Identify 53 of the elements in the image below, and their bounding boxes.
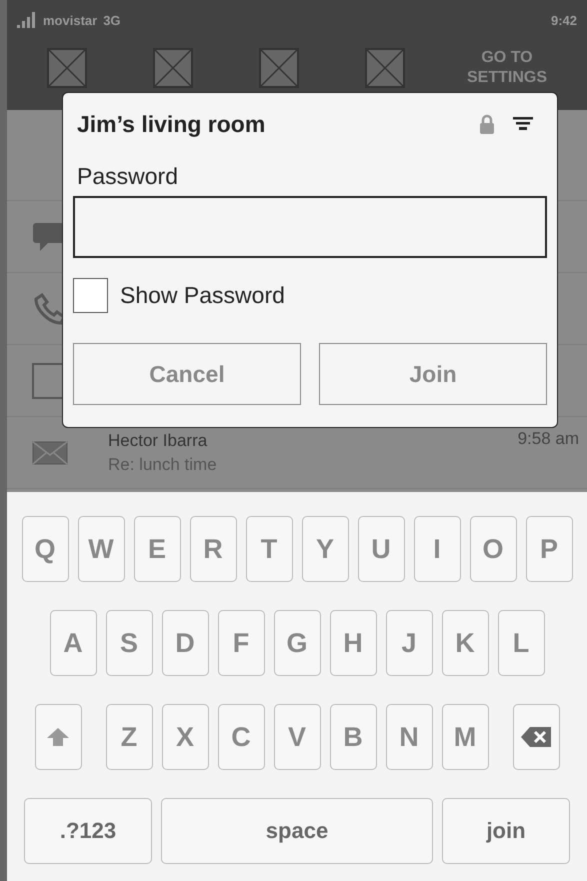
letter-key[interactable]: F (218, 610, 264, 676)
letter-key[interactable]: N (386, 704, 432, 770)
letter-key[interactable]: P (526, 516, 572, 582)
carrier-name: movistar (43, 12, 98, 28)
letter-key[interactable]: O (470, 516, 516, 582)
letter-key[interactable]: X (162, 704, 208, 770)
letter-key[interactable]: Y (302, 516, 348, 582)
letter-key[interactable]: J (386, 610, 432, 676)
placeholder-icon[interactable] (259, 48, 299, 88)
shift-key[interactable] (34, 704, 82, 770)
letter-key[interactable]: Q (22, 516, 68, 582)
notification-time: 9:58 am (518, 429, 579, 449)
placeholder-icon[interactable] (153, 48, 193, 88)
up-arrow-icon (46, 727, 70, 747)
letter-key[interactable]: C (218, 704, 264, 770)
dialog-button[interactable]: Join (319, 343, 547, 405)
signal-strength-icon (513, 116, 533, 132)
join-key[interactable]: join (442, 798, 570, 864)
password-field[interactable] (73, 196, 547, 258)
clock-time: 9:42 (550, 12, 577, 28)
letter-key[interactable]: V (274, 704, 320, 770)
letter-key[interactable]: T (246, 516, 292, 582)
letter-key[interactable]: I (414, 516, 460, 582)
letter-key[interactable]: Z (106, 704, 152, 770)
space-key[interactable]: space (161, 798, 433, 864)
placeholder-icon[interactable] (47, 48, 87, 88)
letter-key[interactable]: M (442, 704, 488, 770)
network-type: 3G (103, 12, 121, 28)
checkbox-label: Show Password (120, 282, 285, 309)
dialog-title: Jim’s living room (77, 110, 266, 138)
settings-link[interactable]: GO TO SETTINGS (459, 48, 555, 88)
letter-key[interactable]: H (330, 610, 376, 676)
symbols-key[interactable]: .?123 (24, 798, 152, 864)
placeholder-icon[interactable] (365, 48, 405, 88)
letter-key[interactable]: W (78, 516, 124, 582)
dialog-button[interactable]: Cancel (73, 343, 301, 405)
letter-key[interactable]: D (162, 610, 208, 676)
letter-key[interactable]: R (190, 516, 236, 582)
backspace-icon (521, 727, 551, 747)
letter-key[interactable]: A (50, 610, 96, 676)
letter-key[interactable]: U (358, 516, 404, 582)
letter-key[interactable]: K (442, 610, 488, 676)
checkbox[interactable] (73, 278, 108, 313)
letter-key[interactable]: E (134, 516, 180, 582)
letter-key[interactable]: G (274, 610, 320, 676)
letter-key[interactable]: L (498, 610, 544, 676)
letter-key[interactable]: S (106, 610, 152, 676)
signal-bars-icon (17, 12, 37, 28)
envelope-icon (32, 440, 68, 464)
field-label: Password (76, 163, 179, 190)
backspace-key[interactable] (512, 704, 560, 770)
letter-key[interactable]: B (330, 704, 376, 770)
sender-name: Hector Ibarra (108, 430, 208, 450)
